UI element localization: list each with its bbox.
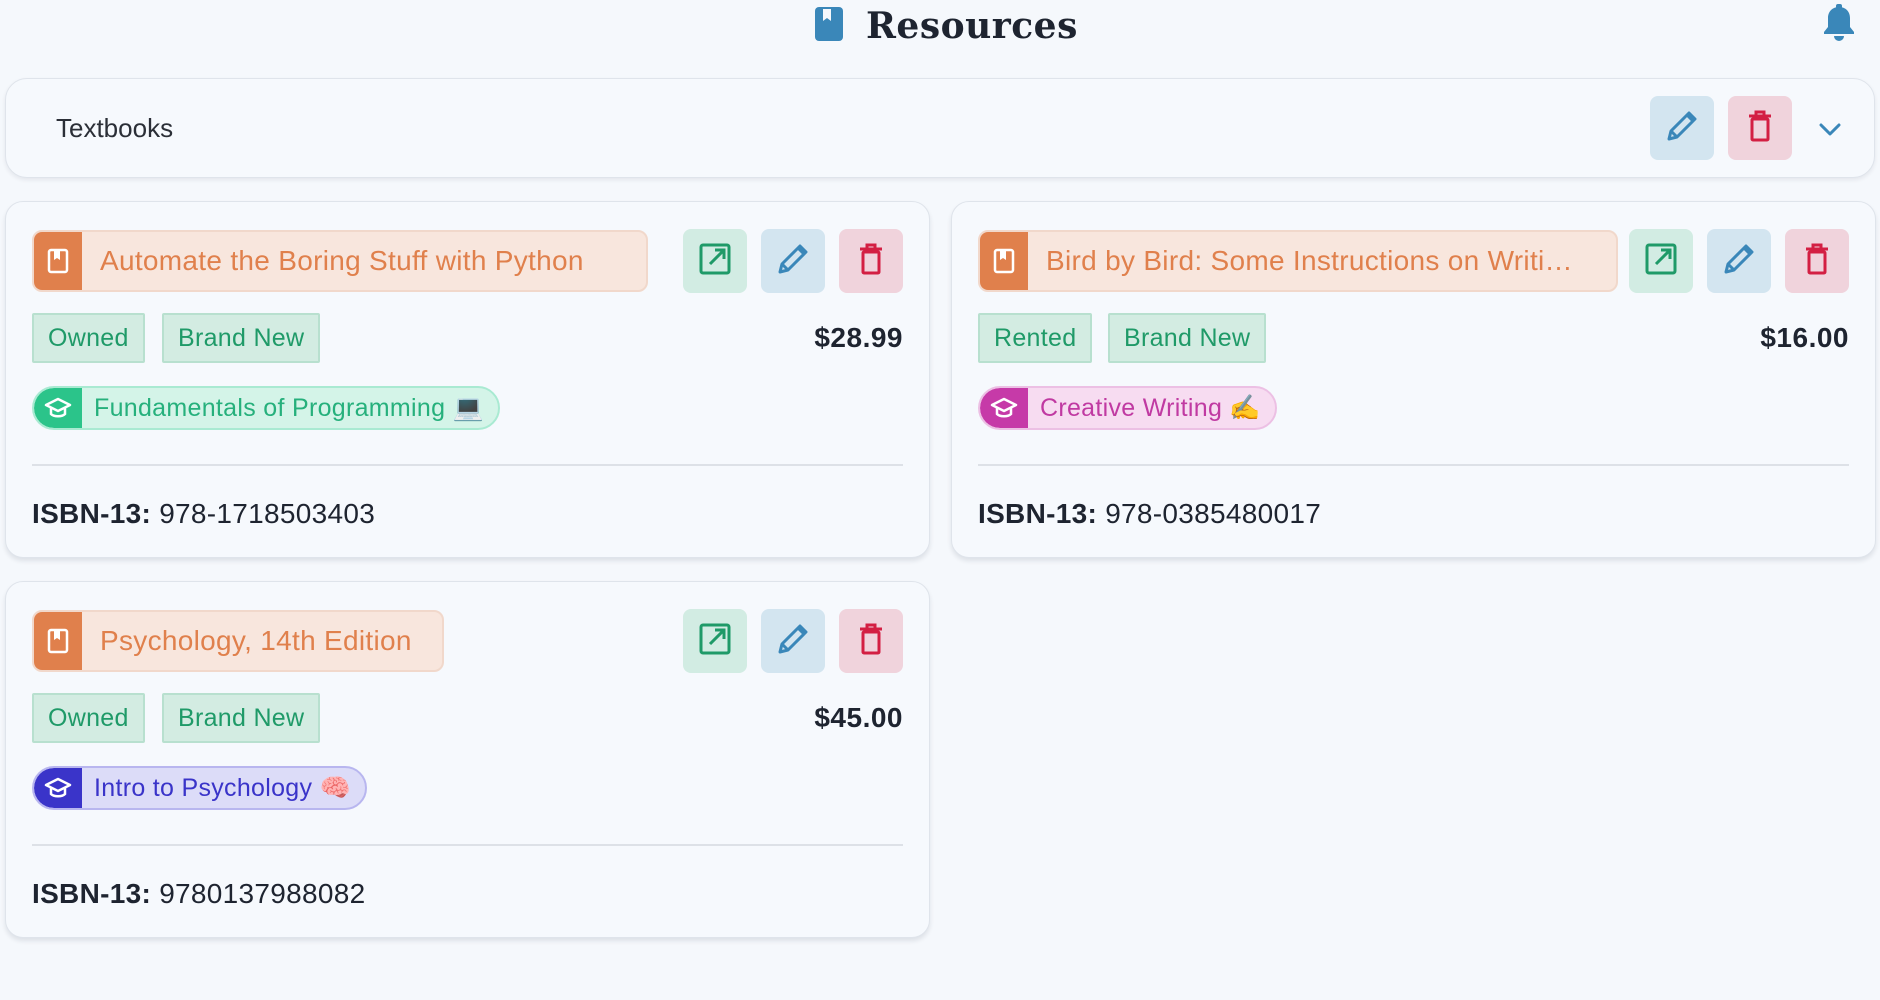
pencil-icon [1665, 109, 1699, 148]
ownership-tag: Owned [32, 693, 145, 743]
condition-tag: Brand New [1108, 313, 1267, 363]
book-price: $16.00 [1760, 322, 1849, 353]
book-bookmark-icon [814, 6, 844, 47]
isbn-value: 978-0385480017 [1105, 498, 1322, 529]
category-header[interactable]: Textbooks [5, 78, 1875, 178]
isbn-label: ISBN-13: [32, 498, 152, 529]
open-link-button[interactable] [683, 229, 747, 293]
header-title-group: Resources [814, 2, 1078, 50]
graduation-cap-icon [34, 768, 82, 808]
course-chip[interactable]: Fundamentals of Programming 💻 [32, 386, 500, 430]
textbook-card: Psychology, 14th Edition Owned Brand New… [5, 581, 930, 938]
course-chip[interactable]: Creative Writing ✍️ [978, 386, 1277, 430]
trash-icon [1802, 242, 1832, 281]
textbook-card: Bird by Bird: Some Instructions on Writi… [951, 201, 1876, 558]
textbook-card: Automate the Boring Stuff with Python Ow… [5, 201, 930, 558]
isbn-value: 978-1718503403 [159, 498, 376, 529]
isbn-line: ISBN-13: 978-0385480017 [978, 498, 1321, 530]
pencil-icon [1722, 242, 1756, 281]
book-title-link[interactable]: Automate the Boring Stuff with Python [32, 230, 648, 292]
trash-icon [856, 622, 886, 661]
pencil-icon [776, 242, 810, 281]
open-link-button[interactable] [683, 609, 747, 673]
delete-book-button[interactable] [839, 609, 903, 673]
book-icon [980, 232, 1028, 290]
app-header: Resources [0, 0, 1880, 54]
bell-icon[interactable] [1822, 4, 1856, 44]
pencil-icon [776, 622, 810, 661]
external-link-icon [1644, 242, 1678, 281]
edit-book-button[interactable] [761, 229, 825, 293]
isbn-label: ISBN-13: [32, 878, 152, 909]
book-title: Psychology, 14th Edition [100, 625, 412, 656]
isbn-line: ISBN-13: 978-1718503403 [32, 498, 375, 530]
delete-book-button[interactable] [839, 229, 903, 293]
page-title: Resources [866, 5, 1078, 47]
edit-book-button[interactable] [1707, 229, 1771, 293]
book-title: Bird by Bird: Some Instructions on Writi… [1046, 245, 1573, 276]
book-price: $28.99 [814, 322, 903, 353]
external-link-icon [698, 622, 732, 661]
course-name: Creative Writing ✍️ [1040, 393, 1261, 422]
card-divider [978, 464, 1849, 466]
condition-tag: Brand New [162, 313, 321, 363]
trash-icon [856, 242, 886, 281]
course-chip[interactable]: Intro to Psychology 🧠 [32, 766, 367, 810]
edit-book-button[interactable] [761, 609, 825, 673]
open-link-button[interactable] [1629, 229, 1693, 293]
book-icon [34, 232, 82, 290]
delete-category-button[interactable] [1728, 96, 1792, 160]
book-price: $45.00 [814, 702, 903, 733]
edit-category-button[interactable] [1650, 96, 1714, 160]
isbn-line: ISBN-13: 9780137988082 [32, 878, 366, 910]
graduation-cap-icon [980, 388, 1028, 428]
trash-icon [1745, 109, 1775, 148]
condition-tag: Brand New [162, 693, 321, 743]
isbn-value: 9780137988082 [159, 878, 366, 909]
book-title: Automate the Boring Stuff with Python [100, 245, 584, 276]
external-link-icon [698, 242, 732, 281]
book-title-link[interactable]: Bird by Bird: Some Instructions on Writi… [978, 230, 1618, 292]
ownership-tag: Rented [978, 313, 1093, 363]
delete-book-button[interactable] [1785, 229, 1849, 293]
isbn-label: ISBN-13: [978, 498, 1098, 529]
book-title-link[interactable]: Psychology, 14th Edition [32, 610, 444, 672]
course-name: Intro to Psychology 🧠 [94, 773, 351, 802]
category-title: Textbooks [56, 113, 174, 143]
card-divider [32, 844, 903, 846]
graduation-cap-icon [34, 388, 82, 428]
course-name: Fundamentals of Programming 💻 [94, 393, 484, 422]
ownership-tag: Owned [32, 313, 145, 363]
card-divider [32, 464, 903, 466]
book-icon [34, 612, 82, 670]
chevron-down-icon[interactable] [1812, 111, 1848, 147]
